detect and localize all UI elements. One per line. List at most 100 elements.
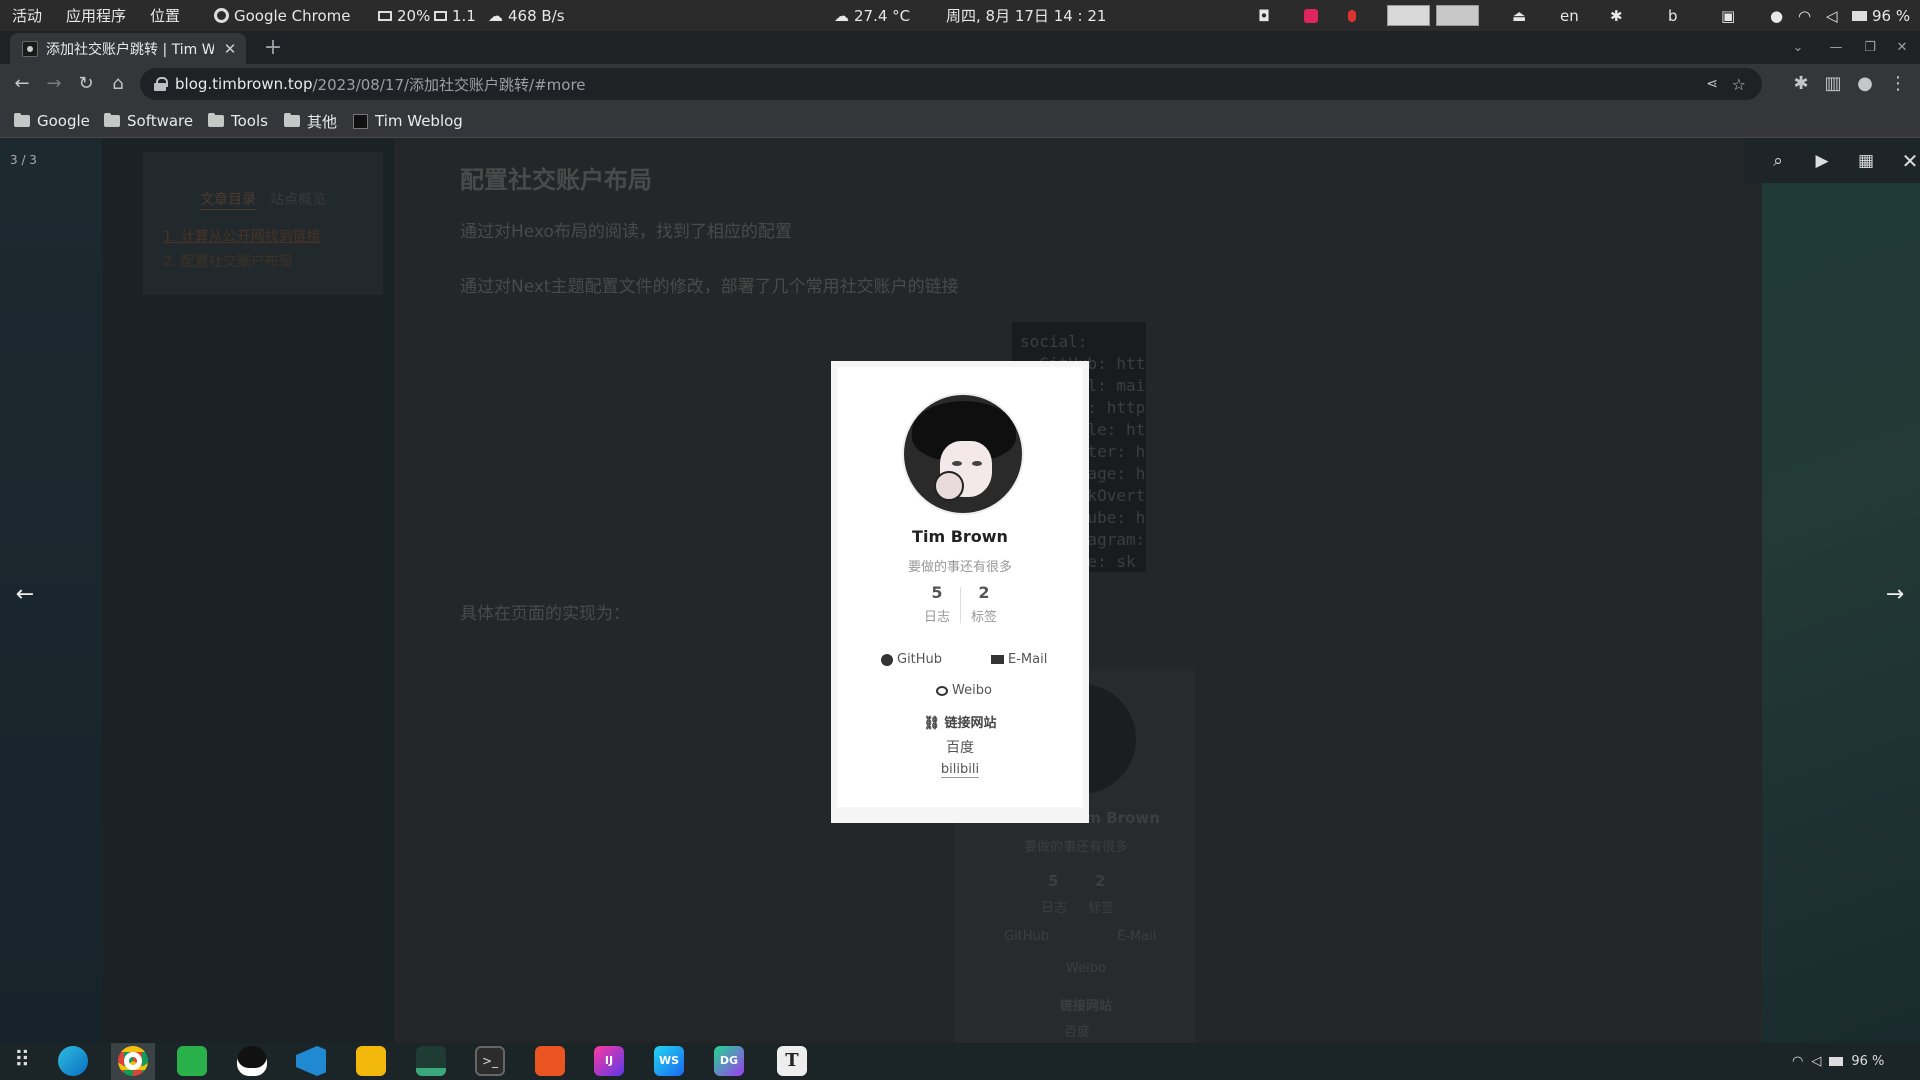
extensions-puzzle-icon[interactable]: ✱ <box>1789 72 1813 96</box>
volume-icon[interactable]: ◁ <box>1811 1054 1821 1069</box>
cpu-icon <box>378 10 392 21</box>
github-link: GitHub <box>881 652 942 667</box>
eject-icon[interactable]: ⏏ <box>1512 0 1526 31</box>
close-window-button[interactable]: ✕ <box>1892 38 1912 58</box>
edge-icon[interactable] <box>58 1046 88 1076</box>
terminal-icon[interactable]: >_ <box>475 1046 505 1076</box>
input-language[interactable]: en <box>1560 0 1579 31</box>
bookmark-label: Software <box>127 112 194 130</box>
vscode-icon[interactable] <box>296 1046 326 1076</box>
friend-link-bilibili: bilibili <box>837 762 1083 778</box>
article-heading: 配置社交账户布局 <box>460 166 652 194</box>
files-icon[interactable] <box>356 1046 386 1076</box>
bing-icon[interactable]: b <box>1668 0 1678 31</box>
tab-search-icon[interactable]: ⌄ <box>1788 38 1808 58</box>
home-icon[interactable]: ⌂ <box>106 72 130 96</box>
side-panel-icon[interactable]: ▥ <box>1821 72 1845 96</box>
bookmarks-bar: Google Software Tools 其他 Tim Weblog <box>0 104 1920 138</box>
applications-menu[interactable]: 应用程序 <box>66 0 126 31</box>
focused-app-menu[interactable]: Google Chrome <box>214 0 351 31</box>
ghost-github: GitHub <box>1004 929 1050 944</box>
minimize-button[interactable]: — <box>1826 38 1846 58</box>
activities-button[interactable]: 活动 <box>12 0 42 31</box>
url-host: blog.timbrown.top <box>175 75 313 93</box>
new-tab-button[interactable]: + <box>260 35 286 61</box>
load-indicator[interactable]: 1.1 <box>434 0 476 31</box>
tab-active[interactable]: 添加社交账户跳转 | Tim W ✕ <box>10 33 246 64</box>
chrome-menu-icon[interactable]: ⋮ <box>1886 72 1910 96</box>
battery-indicator[interactable]: 96 % <box>1852 0 1910 31</box>
cat-tray-icon[interactable]: ● <box>1770 0 1783 31</box>
browser-toolbar: ← → ↻ ⌂ blog.timbrown.top/2023/08/17/添加社… <box>0 64 1920 104</box>
wifi-icon[interactable]: ◠ <box>1798 0 1811 31</box>
close-lightbox-icon[interactable]: ✕ <box>1898 149 1920 173</box>
mail-icon <box>991 655 1004 664</box>
folder-icon <box>14 113 30 127</box>
qq-icon[interactable] <box>237 1046 267 1076</box>
previous-arrow-icon[interactable]: ← <box>10 580 40 610</box>
app-tray-icon[interactable] <box>1304 0 1318 31</box>
tab-toc[interactable]: 文章目录 <box>200 189 256 210</box>
weibo-link: Weibo <box>936 683 992 698</box>
forward-arrow-icon[interactable]: → <box>42 72 66 96</box>
bookmark-label: 其他 <box>307 112 338 131</box>
bookmark-tools[interactable]: Tools <box>208 104 268 138</box>
thumbnails-grid-icon[interactable]: ▦ <box>1854 149 1878 173</box>
system-monitor-icon[interactable] <box>416 1046 446 1076</box>
posts-label: 日志 <box>923 610 950 625</box>
play-slideshow-icon[interactable]: ▶ <box>1810 149 1834 173</box>
window-thumbnail-2[interactable] <box>1436 0 1479 31</box>
cpu-indicator[interactable]: 20% <box>378 0 430 31</box>
network-indicator[interactable]: ☁ 468 B/s <box>488 0 565 31</box>
address-bar[interactable]: blog.timbrown.top/2023/08/17/添加社交账户跳转/#m… <box>140 68 1762 100</box>
reload-icon[interactable]: ↻ <box>74 72 98 96</box>
places-menu[interactable]: 位置 <box>150 0 180 31</box>
back-arrow-icon[interactable]: ← <box>10 72 34 96</box>
extensions-icon[interactable]: ✱ <box>1610 0 1623 31</box>
clipboard-icon[interactable]: ▣ <box>1721 0 1735 31</box>
close-tab-icon[interactable]: ✕ <box>222 40 238 58</box>
screenshot-icon[interactable]: ◘ <box>1258 0 1270 31</box>
cloud-upload-icon: ☁ <box>488 6 503 25</box>
wifi-icon[interactable]: ◠ <box>1792 1054 1803 1069</box>
bookmark-software[interactable]: Software <box>104 104 193 138</box>
toc-item[interactable]: 2. 配置社交账户布局 <box>163 251 293 271</box>
bookmark-star-icon[interactable]: ☆ <box>1732 75 1746 94</box>
lightbox-toolbar: ⌕ ▶ ▦ ✕ <box>1744 139 1920 183</box>
monitor-icon <box>434 10 447 21</box>
intellij-icon[interactable]: IJ <box>594 1046 624 1076</box>
next-arrow-icon[interactable]: → <box>1880 580 1910 610</box>
weather-indicator[interactable]: ☁ 27.4 °C <box>834 0 910 31</box>
tags-label: 标签 <box>970 610 997 625</box>
bookmark-label: Tools <box>231 112 268 130</box>
typora-icon[interactable]: T <box>777 1046 807 1076</box>
bookmark-other[interactable]: 其他 <box>284 104 337 138</box>
bookmark-tim-weblog[interactable]: Tim Weblog <box>353 104 463 138</box>
bookmark-google[interactable]: Google <box>14 104 90 138</box>
lock-icon[interactable] <box>154 77 168 91</box>
qq-tray-icon[interactable] <box>1348 0 1356 31</box>
tab-overview[interactable]: 站点概览 <box>270 189 326 209</box>
folder-icon <box>208 113 224 127</box>
battery-icon[interactable] <box>1829 1057 1844 1066</box>
datagrip-icon[interactable]: DG <box>714 1046 744 1076</box>
zoom-search-icon[interactable]: ⌕ <box>1766 149 1790 173</box>
lightbox-image[interactable]: Tim Brown 要做的事还有很多 5 日志 2 标签 GitHub E-Ma… <box>831 361 1089 823</box>
ubuntu-software-icon[interactable] <box>535 1046 565 1076</box>
volume-icon[interactable]: ◁ <box>1826 0 1838 31</box>
share-icon[interactable]: ⋖ <box>1706 76 1718 92</box>
webstorm-icon[interactable]: WS <box>654 1046 684 1076</box>
ghost-desc: 要做的事还有很多 <box>1024 840 1129 855</box>
profile-avatar-icon[interactable]: ● <box>1853 72 1877 96</box>
wechat-icon[interactable] <box>177 1046 207 1076</box>
restore-button[interactable]: ❐ <box>1860 38 1880 58</box>
posts-count: 5 <box>931 583 943 602</box>
window-thumbnail-1[interactable] <box>1387 0 1430 31</box>
posts-stat: 5 日志 <box>914 583 960 625</box>
links-heading: ⛓ 链接网站 <box>837 712 1083 731</box>
chrome-app-icon[interactable] <box>118 1046 148 1076</box>
code-line: social: <box>1020 332 1088 351</box>
toc-item[interactable]: 1. 计算从公开网找到链接 <box>163 226 321 246</box>
apps-grid-icon[interactable]: ⠿ <box>7 1046 37 1076</box>
clock[interactable]: 周四, 8月 17日 14 : 21 <box>946 0 1106 31</box>
